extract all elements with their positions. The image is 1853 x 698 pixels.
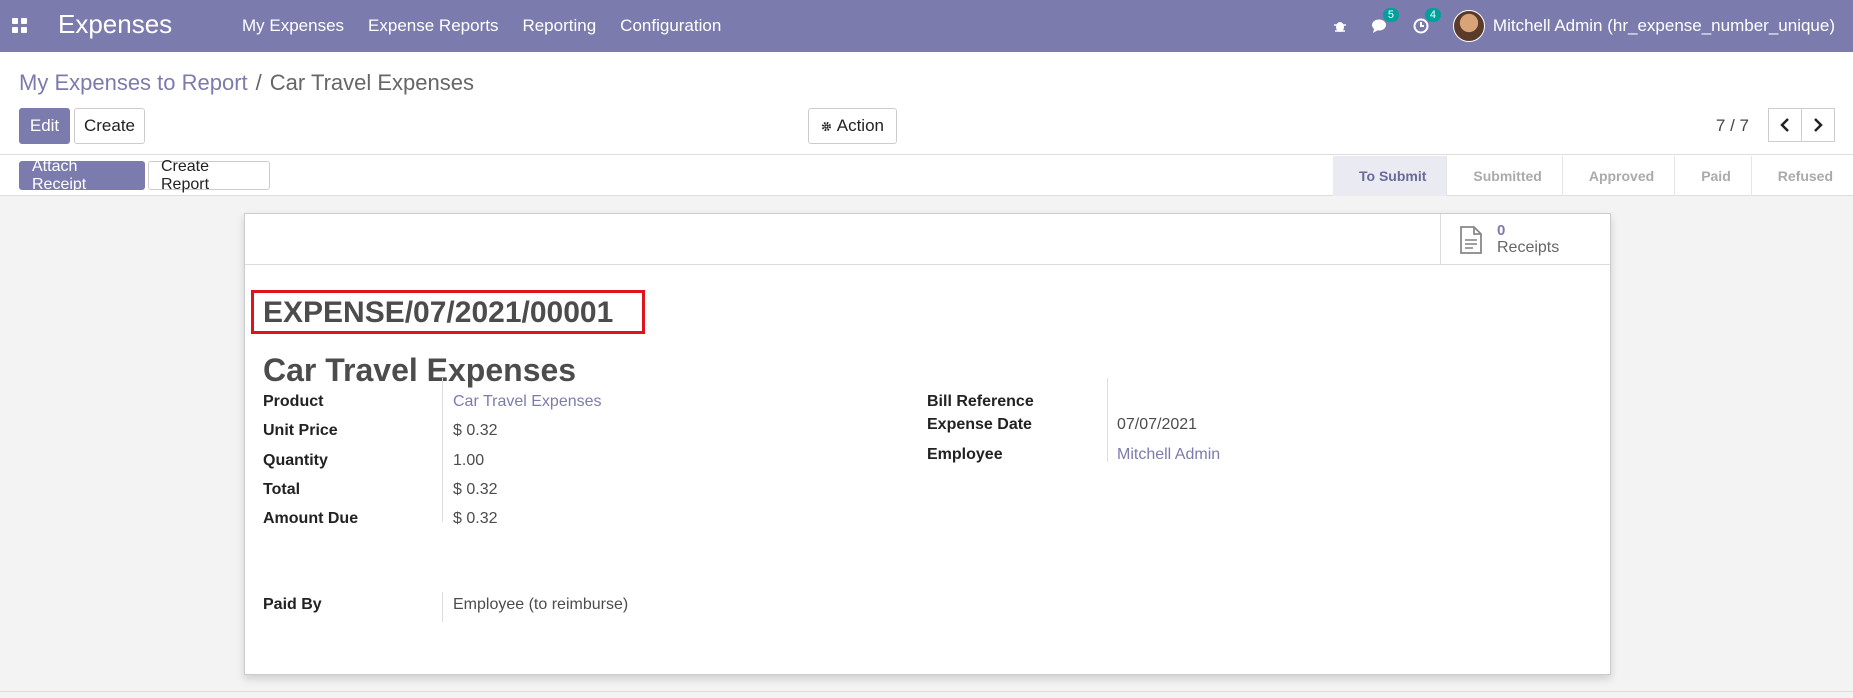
create-button[interactable]: Create (74, 108, 145, 144)
unit-price-label: Unit Price (263, 422, 338, 439)
breadcrumb: My Expenses to Report / Car Travel Expen… (19, 70, 474, 96)
user-name: Mitchell Admin (hr_expense_number_unique… (1492, 16, 1835, 35)
total-label: Total (263, 481, 301, 498)
menu-expense-reports[interactable]: Expense Reports (356, 16, 510, 36)
menu-reporting[interactable]: Reporting (510, 16, 608, 36)
file-text-icon (1460, 225, 1482, 254)
product-value[interactable]: Car Travel Expenses (453, 393, 602, 411)
stage-to-submit[interactable]: To Submit (1332, 156, 1447, 196)
left-group-divider (442, 378, 443, 522)
activities-icon[interactable]: 4 (1413, 8, 1442, 36)
pager-next-button[interactable] (1801, 108, 1835, 142)
employee-value[interactable]: Mitchell Admin (1117, 446, 1220, 464)
gear-icon (821, 121, 831, 131)
pager-value[interactable]: 7 / 7 (1716, 116, 1749, 136)
top-navbar: Expenses My Expenses Expense Reports Rep… (0, 0, 1853, 52)
quantity-label: Quantity (263, 452, 328, 469)
unit-price-value: $ 0.32 (453, 422, 498, 439)
stage-refused[interactable]: Refused (1750, 156, 1853, 196)
edit-button[interactable]: Edit (19, 108, 70, 144)
apps-menu-icon[interactable] (12, 18, 27, 33)
main-menu: My Expenses Expense Reports Reporting Co… (230, 0, 733, 52)
user-menu[interactable]: Mitchell Admin (hr_expense_number_unique… (1452, 10, 1835, 42)
action-label: Action (836, 116, 884, 135)
breadcrumb-current: Car Travel Expenses (269, 70, 474, 95)
receipts-count: 0 (1497, 222, 1506, 239)
menu-configuration[interactable]: Configuration (608, 16, 733, 36)
avatar (1452, 10, 1485, 42)
pager-previous-button[interactable] (1768, 108, 1802, 142)
messages-count-badge: 5 (1382, 8, 1400, 22)
status-bar: To Submit Submitted Approved Paid Refuse… (1332, 156, 1853, 196)
receipts-label: Receipts (1497, 239, 1560, 256)
menu-my-expenses[interactable]: My Expenses (230, 16, 356, 36)
expense-date-label: Expense Date (927, 416, 1032, 433)
breadcrumb-separator: / (255, 70, 262, 95)
expense-name[interactable]: Car Travel Expenses (263, 352, 576, 389)
app-title[interactable]: Expenses (58, 9, 172, 40)
paid-by-label: Paid By (263, 596, 322, 613)
stage-paid[interactable]: Paid (1674, 156, 1751, 196)
expense-date-value[interactable]: 07/07/2021 (1117, 416, 1197, 434)
button-box: 0 Receipts (245, 214, 1610, 265)
product-label: Product (263, 393, 324, 410)
bill-reference-label: Bill Reference (927, 393, 1034, 410)
activities-count-badge: 4 (1424, 8, 1442, 22)
breadcrumb-parent[interactable]: My Expenses to Report (19, 70, 248, 96)
quantity-value: 1.00 (453, 452, 485, 469)
employee-label: Employee (927, 446, 1003, 463)
receipts-button[interactable]: 0 Receipts (1440, 214, 1610, 265)
form-sheet: 0 Receipts EXPENSE/07/2021/00001 Car Tra… (244, 213, 1611, 675)
stage-approved[interactable]: Approved (1561, 156, 1674, 196)
statusbar-divider (0, 154, 1853, 155)
expense-reference: EXPENSE/07/2021/00001 (263, 296, 614, 329)
chevron-right-icon (1814, 118, 1823, 132)
total-value: $ 0.32 (453, 481, 498, 498)
attach-receipt-button[interactable]: Attach Receipt (19, 158, 145, 193)
right-group-divider (1107, 378, 1108, 462)
systray: 5 4 Mitchell Admin (hr_expense_number_un… (1333, 0, 1853, 52)
create-report-button[interactable]: Create Report (148, 158, 270, 193)
control-panel: My Expenses to Report / Car Travel Expen… (0, 52, 1853, 196)
action-button[interactable]: Action (808, 108, 897, 144)
messages-icon[interactable]: 5 (1371, 8, 1400, 36)
paid-by-divider (442, 592, 443, 622)
debug-icon[interactable] (1333, 16, 1347, 36)
footer-divider (0, 691, 1853, 692)
amount-due-value: $ 0.32 (453, 510, 498, 527)
amount-due-label: Amount Due (263, 510, 359, 527)
stage-submitted[interactable]: Submitted (1446, 156, 1561, 196)
chevron-left-icon (1780, 118, 1789, 132)
paid-by-value[interactable]: Employee (to reimburse) (453, 596, 628, 614)
